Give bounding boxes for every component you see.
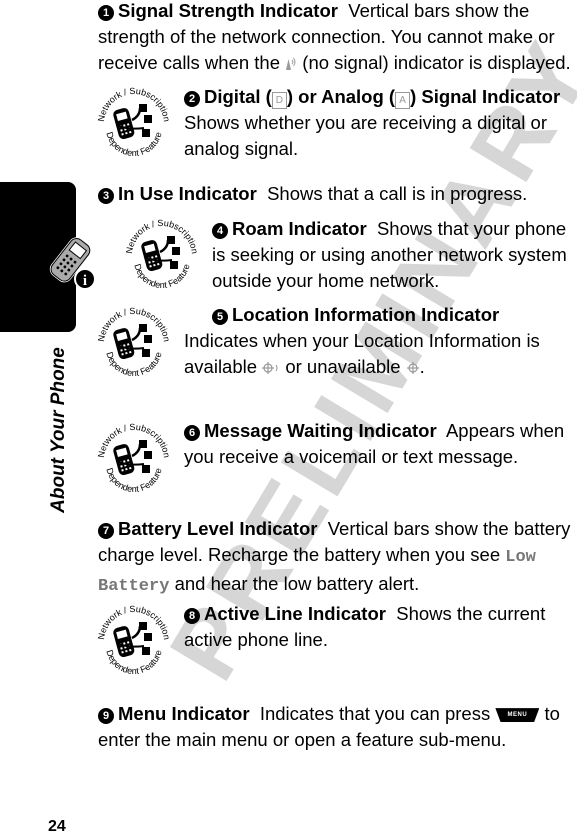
item-number: 4	[212, 223, 228, 239]
item-in-use: 3 In Use Indicator Shows that a call is i…	[98, 181, 577, 207]
item-number: 9	[98, 708, 114, 724]
network-dependent-badge	[96, 420, 172, 496]
item-number: 7	[98, 523, 114, 539]
item-title: Active Line Indicator	[204, 603, 386, 624]
network-dependent-badge	[96, 602, 172, 678]
svg-text:i: i	[83, 273, 87, 289]
item-title: Digital (D) or Analog (A) Signal Indicat…	[204, 86, 561, 109]
item-title: Signal Strength Indicator	[118, 0, 338, 21]
item-title: Message Waiting Indicator	[204, 420, 437, 441]
section-label: About Your Phone	[48, 347, 69, 513]
item-text-middle: or unavailable	[285, 356, 401, 377]
item-number: 1	[98, 5, 114, 21]
item-number: 6	[184, 425, 200, 441]
phone-info-icon: i	[49, 237, 96, 290]
network-dependent-badge	[124, 216, 200, 292]
item-text-after: .	[419, 356, 425, 377]
title-part: ) Signal Indicator	[410, 86, 561, 107]
item-text: Indicates that you can press	[259, 703, 491, 724]
item-active-line: 8 Active Line Indicator Shows the current…	[184, 601, 576, 653]
no-signal-icon	[286, 57, 296, 71]
item-digital-analog: 2 Digital (D) or Analog (A) Signal Indica…	[184, 84, 576, 162]
item-title: Battery Level Indicator	[118, 518, 318, 539]
item-menu: 9 Menu Indicator Indicates that you can p…	[98, 701, 577, 753]
menu-key-icon: MENU	[495, 708, 540, 723]
item-location-info: 5 Location Information Indicator Indicate…	[184, 302, 576, 380]
location-unavailable-icon	[406, 362, 419, 375]
item-text-after: (no signal) indicator is displayed.	[302, 52, 571, 73]
network-dependent-badge	[96, 304, 172, 380]
item-title: Menu Indicator	[118, 703, 250, 724]
item-number: 3	[98, 188, 114, 204]
item-signal-strength: 1 Signal Strength Indicator Vertical bars…	[98, 0, 577, 76]
item-number: 8	[184, 608, 200, 624]
item-number: 2	[184, 91, 200, 107]
location-available-icon	[262, 362, 278, 375]
item-title: Location Information Indicator	[232, 304, 500, 325]
item-text-after: and hear the low battery alert.	[174, 573, 420, 594]
item-battery-level: 7 Battery Level Indicator Vertical bars s…	[98, 516, 577, 600]
title-part: Digital (	[204, 86, 272, 107]
item-roam: 4 Roam Indicator Shows that your phone is…	[212, 216, 576, 294]
item-text: Shows that a call is in progress.	[267, 183, 528, 204]
item-text: Shows whether you are receiving a digita…	[184, 112, 547, 159]
page-number: 24	[48, 818, 66, 835]
item-title: Roam Indicator	[232, 218, 367, 239]
network-dependent-badge	[96, 84, 172, 160]
item-title: In Use Indicator	[118, 183, 257, 204]
item-message-waiting: 6 Message Waiting Indicator Appears when …	[184, 418, 576, 470]
item-number: 5	[212, 309, 228, 325]
analog-icon: A	[395, 92, 411, 109]
digital-icon: D	[271, 92, 287, 109]
title-part: ) or Analog (	[286, 86, 396, 107]
